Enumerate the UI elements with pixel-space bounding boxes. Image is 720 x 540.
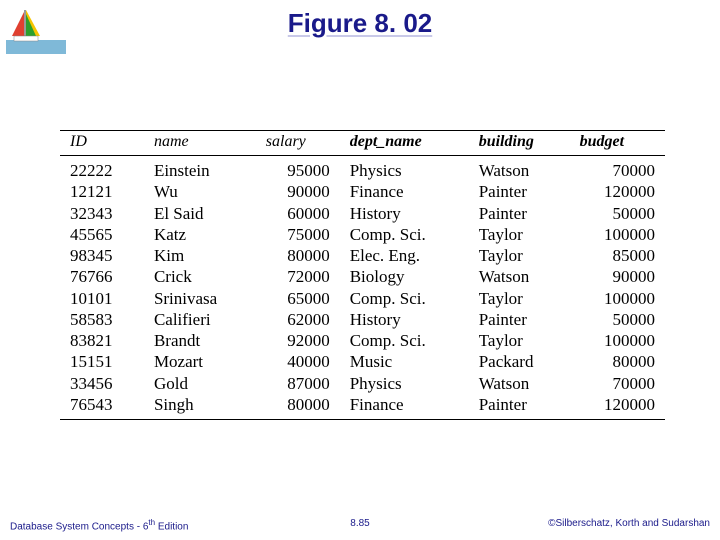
- col-header-salary: salary: [256, 131, 340, 156]
- table-cell: Califieri: [144, 309, 256, 330]
- table-cell: Physics: [340, 373, 469, 394]
- col-header-dept: dept_name: [340, 131, 469, 156]
- table-cell: Biology: [340, 266, 469, 287]
- table-row: 83821Brandt92000Comp. Sci.Taylor100000: [60, 330, 665, 351]
- table-row: 32343El Said60000HistoryPainter50000: [60, 203, 665, 224]
- table-cell: Watson: [469, 156, 570, 182]
- table-row: 33456Gold87000PhysicsWatson70000: [60, 373, 665, 394]
- table-cell: Watson: [469, 266, 570, 287]
- table-cell: Brandt: [144, 330, 256, 351]
- table-cell: 95000: [256, 156, 340, 182]
- table-row: 12121Wu90000FinancePainter120000: [60, 181, 665, 202]
- table-cell: Finance: [340, 394, 469, 420]
- table-cell: Crick: [144, 266, 256, 287]
- table-cell: 58583: [60, 309, 144, 330]
- table-cell: 45565: [60, 224, 144, 245]
- table-cell: 60000: [256, 203, 340, 224]
- table-header-row: ID name salary dept_name building budget: [60, 131, 665, 156]
- table-cell: 120000: [570, 394, 665, 420]
- table-cell: 70000: [570, 156, 665, 182]
- slide-footer: Database System Concepts - 6th Edition 8…: [0, 518, 720, 532]
- table-cell: 80000: [256, 394, 340, 420]
- table-cell: 80000: [256, 245, 340, 266]
- table-cell: 65000: [256, 288, 340, 309]
- table-cell: 32343: [60, 203, 144, 224]
- table-cell: Music: [340, 351, 469, 372]
- table-cell: 92000: [256, 330, 340, 351]
- col-header-id: ID: [60, 131, 144, 156]
- table-cell: 10101: [60, 288, 144, 309]
- table-cell: 83821: [60, 330, 144, 351]
- table-cell: Kim: [144, 245, 256, 266]
- table-cell: Painter: [469, 309, 570, 330]
- table-row: 15151Mozart40000MusicPackard80000: [60, 351, 665, 372]
- table-cell: Mozart: [144, 351, 256, 372]
- table-cell: 12121: [60, 181, 144, 202]
- table-cell: 100000: [570, 288, 665, 309]
- table-cell: Einstein: [144, 156, 256, 182]
- table-cell: 70000: [570, 373, 665, 394]
- table-cell: 90000: [256, 181, 340, 202]
- table-cell: Painter: [469, 394, 570, 420]
- table-cell: 87000: [256, 373, 340, 394]
- table-cell: 98345: [60, 245, 144, 266]
- table-cell: 15151: [60, 351, 144, 372]
- table-cell: Comp. Sci.: [340, 224, 469, 245]
- table-row: 22222Einstein95000PhysicsWatson70000: [60, 156, 665, 182]
- footer-copyright: ©Silberschatz, Korth and Sudarshan: [548, 518, 710, 532]
- table-cell: Gold: [144, 373, 256, 394]
- data-table-container: ID name salary dept_name building budget…: [60, 130, 665, 420]
- table-cell: 50000: [570, 309, 665, 330]
- table-cell: 75000: [256, 224, 340, 245]
- table-cell: 72000: [256, 266, 340, 287]
- table-cell: Taylor: [469, 330, 570, 351]
- table-cell: 90000: [570, 266, 665, 287]
- table-cell: 120000: [570, 181, 665, 202]
- table-row: 10101Srinivasa65000Comp. Sci.Taylor10000…: [60, 288, 665, 309]
- table-cell: Katz: [144, 224, 256, 245]
- footer-page-number: 8.85: [350, 518, 369, 529]
- figure-title: Figure 8. 02: [0, 0, 720, 39]
- col-header-building: building: [469, 131, 570, 156]
- table-row: 45565Katz75000Comp. Sci.Taylor100000: [60, 224, 665, 245]
- table-cell: 76766: [60, 266, 144, 287]
- table-cell: Physics: [340, 156, 469, 182]
- table-row: 58583Califieri62000HistoryPainter50000: [60, 309, 665, 330]
- col-header-budget: budget: [570, 131, 665, 156]
- table-cell: Taylor: [469, 245, 570, 266]
- footer-left: Database System Concepts - 6th Edition: [10, 518, 188, 532]
- table-cell: 76543: [60, 394, 144, 420]
- table-cell: El Said: [144, 203, 256, 224]
- table-cell: Comp. Sci.: [340, 288, 469, 309]
- table-cell: Srinivasa: [144, 288, 256, 309]
- table-cell: History: [340, 203, 469, 224]
- col-header-name: name: [144, 131, 256, 156]
- table-cell: 62000: [256, 309, 340, 330]
- table-cell: Painter: [469, 181, 570, 202]
- data-table: ID name salary dept_name building budget…: [60, 130, 665, 420]
- table-cell: Packard: [469, 351, 570, 372]
- table-cell: 22222: [60, 156, 144, 182]
- table-row: 98345Kim80000Elec. Eng.Taylor85000: [60, 245, 665, 266]
- table-cell: Comp. Sci.: [340, 330, 469, 351]
- table-cell: 100000: [570, 224, 665, 245]
- table-cell: 100000: [570, 330, 665, 351]
- table-cell: Painter: [469, 203, 570, 224]
- table-cell: Watson: [469, 373, 570, 394]
- table-cell: 50000: [570, 203, 665, 224]
- table-cell: 40000: [256, 351, 340, 372]
- table-row: 76766Crick72000BiologyWatson90000: [60, 266, 665, 287]
- table-cell: 33456: [60, 373, 144, 394]
- table-cell: Taylor: [469, 288, 570, 309]
- table-cell: Wu: [144, 181, 256, 202]
- table-cell: Taylor: [469, 224, 570, 245]
- table-row: 76543Singh80000FinancePainter120000: [60, 394, 665, 420]
- table-cell: Elec. Eng.: [340, 245, 469, 266]
- table-cell: Finance: [340, 181, 469, 202]
- sailboat-logo: [6, 6, 66, 54]
- table-cell: 80000: [570, 351, 665, 372]
- table-cell: Singh: [144, 394, 256, 420]
- table-cell: 85000: [570, 245, 665, 266]
- table-cell: History: [340, 309, 469, 330]
